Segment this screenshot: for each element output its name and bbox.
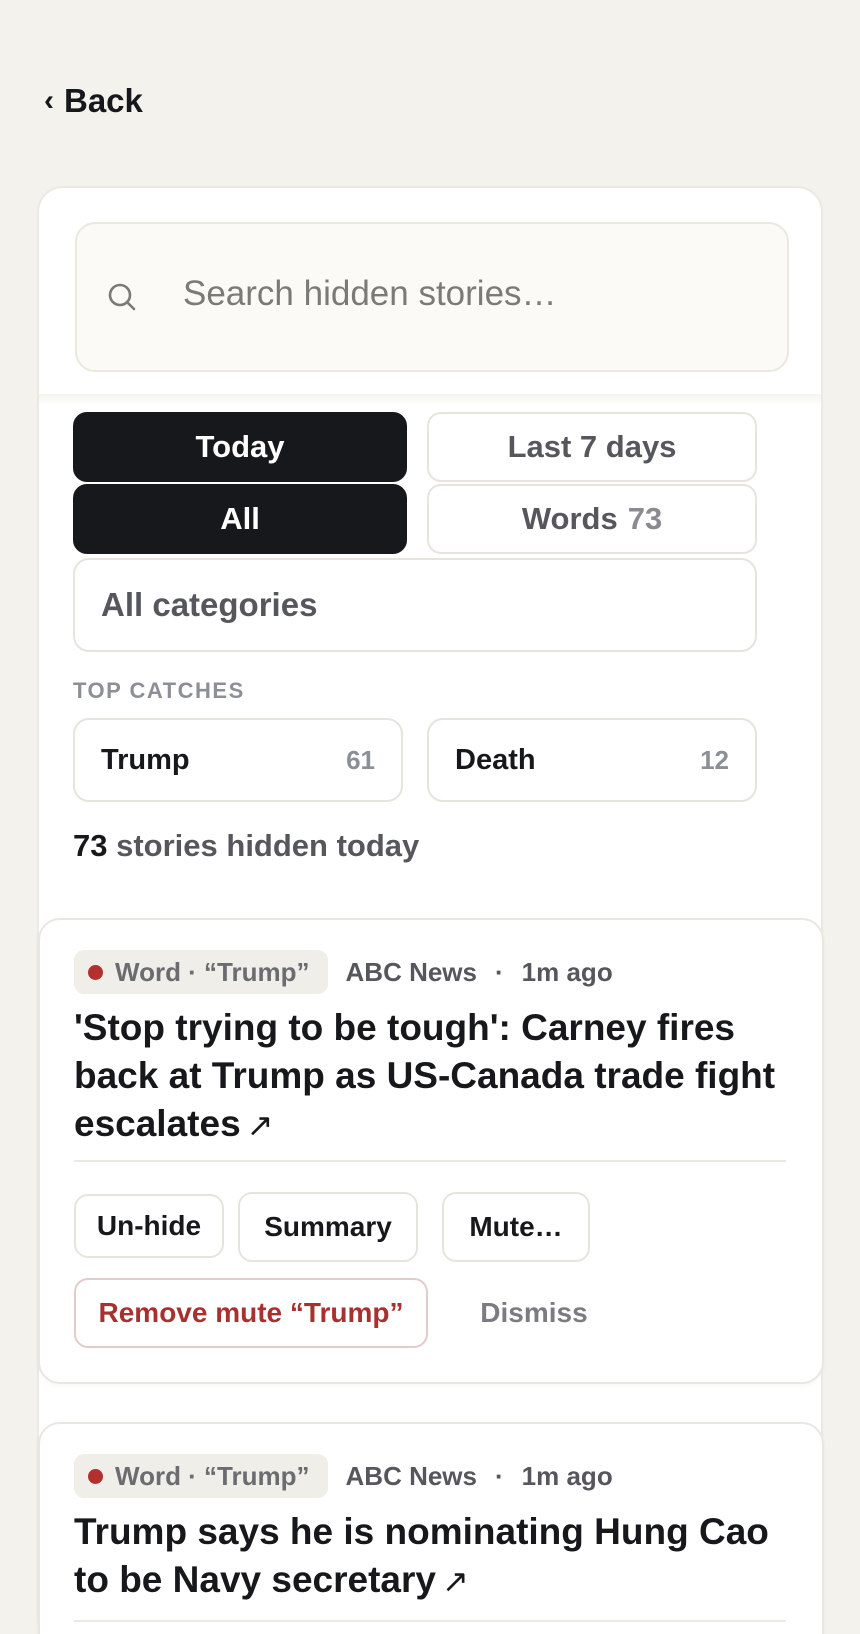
hidden-count: 73 — [73, 828, 108, 863]
top-catch-trump[interactable]: Trump 61 — [73, 718, 403, 802]
top-catch-term: Death — [455, 743, 536, 776]
search-icon — [108, 283, 136, 311]
top-catch-count: 61 — [346, 744, 375, 775]
hidden-stories-panel: Today Last 7 days All Words 73 All categ… — [37, 186, 824, 1634]
filter-last-7-days-label: Last 7 days — [507, 429, 677, 464]
story-card: Word · “Trump” ABC News · 1m ago Trump s… — [38, 1422, 824, 1634]
top-catch-term: Trump — [101, 743, 190, 776]
unhide-button[interactable]: Un-hide — [74, 1194, 224, 1258]
remove-mute-button[interactable]: Remove mute “Trump” — [74, 1278, 428, 1348]
search-box[interactable] — [75, 222, 789, 372]
meta-separator: · — [495, 1460, 504, 1491]
story-divider — [74, 1620, 786, 1622]
filter-last-7-days[interactable]: Last 7 days — [427, 412, 757, 482]
filter-all-label: All — [220, 501, 260, 536]
story-headline: Trump says he is nominating Hung Cao to … — [74, 1511, 769, 1600]
filter-all[interactable]: All — [73, 484, 407, 554]
category-select[interactable]: All categories — [73, 558, 757, 652]
top-catch-death[interactable]: Death 12 — [427, 718, 757, 802]
top-catches-heading: TOP CATCHES — [73, 678, 245, 703]
hidden-summary-text: stories hidden today — [116, 828, 420, 863]
story-headline-link[interactable]: Trump says he is nominating Hung Cao to … — [74, 1508, 780, 1605]
top-catch-count: 12 — [700, 744, 729, 775]
mute-button[interactable]: Mute… — [442, 1192, 590, 1262]
dismiss-label: Dismiss — [480, 1297, 588, 1328]
mute-label: Mute… — [469, 1211, 563, 1242]
summary-button[interactable]: Summary — [238, 1192, 418, 1262]
hidden-summary: 73 stories hidden today — [73, 828, 419, 864]
search-divider-shadow — [39, 394, 821, 406]
story-meta: Word · “Trump” ABC News · 1m ago — [74, 1454, 613, 1498]
match-tag: Word · “Trump” — [74, 1454, 328, 1498]
category-select-value: All categories — [101, 586, 318, 623]
summary-label: Summary — [264, 1211, 392, 1242]
filter-today-label: Today — [195, 429, 285, 464]
story-headline: 'Stop trying to be tough': Carney fires … — [74, 1007, 776, 1144]
filter-words-label: Words — [521, 501, 618, 536]
story-card: Word · “Trump” ABC News · 1m ago 'Stop t… — [38, 918, 824, 1384]
search-input[interactable] — [183, 264, 763, 324]
story-meta: Word · “Trump” ABC News · 1m ago — [74, 950, 613, 994]
unhide-label: Un-hide — [96, 1210, 202, 1241]
story-source: ABC News — [345, 956, 477, 987]
dismiss-button[interactable]: Dismiss — [444, 1278, 624, 1348]
filter-today[interactable]: Today — [73, 412, 407, 482]
match-tag: Word · “Trump” — [74, 950, 328, 994]
red-dot-icon — [88, 964, 103, 980]
chevron-left-icon: ‹ — [44, 84, 54, 117]
external-link-icon: ↗ — [246, 1107, 274, 1143]
back-button[interactable]: ‹ Back — [44, 82, 143, 120]
match-tag-label: Word · “Trump” — [115, 1460, 310, 1491]
story-time: 1m ago — [521, 1460, 613, 1491]
story-source: ABC News — [345, 1460, 477, 1491]
external-link-icon: ↗ — [441, 1563, 469, 1599]
story-divider — [74, 1160, 786, 1162]
back-label: Back — [64, 82, 143, 119]
story-headline-link[interactable]: 'Stop trying to be tough': Carney fires … — [74, 1004, 780, 1149]
red-dot-icon — [88, 1468, 103, 1484]
filter-words-count: 73 — [627, 501, 663, 536]
remove-mute-label: Remove mute “Trump” — [98, 1297, 404, 1328]
match-tag-label: Word · “Trump” — [115, 956, 310, 987]
meta-separator: · — [495, 956, 504, 987]
story-time: 1m ago — [521, 956, 613, 987]
filter-words[interactable]: Words 73 — [427, 484, 757, 554]
